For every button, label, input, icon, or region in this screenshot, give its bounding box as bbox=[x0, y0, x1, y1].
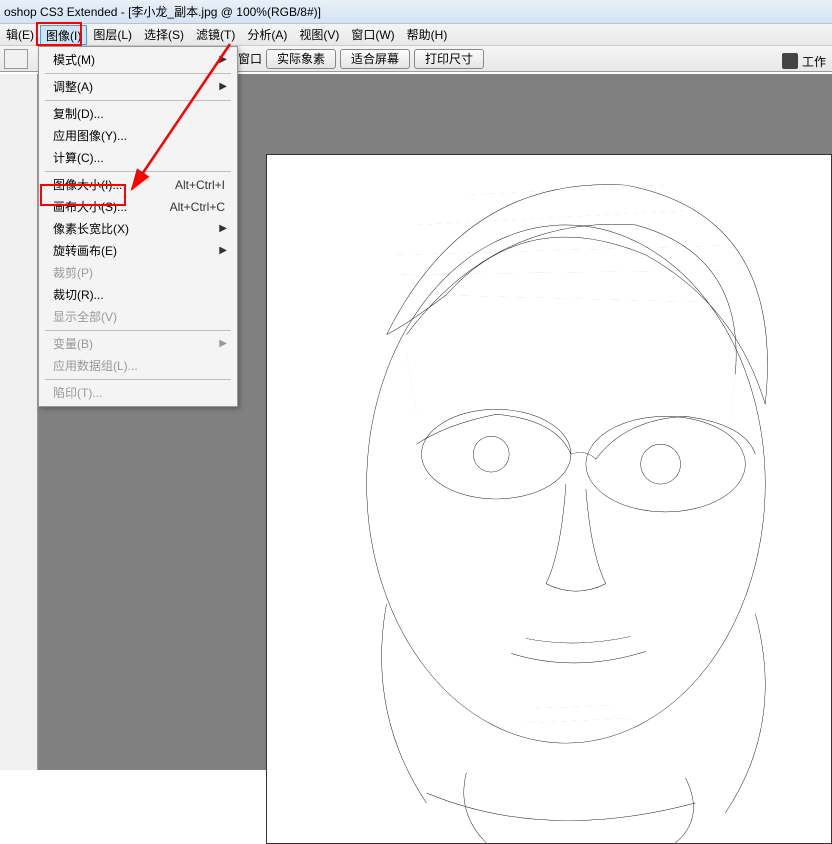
shortcut-text: Alt+Ctrl+I bbox=[175, 174, 225, 196]
menu-pixel-aspect[interactable]: 像素长宽比(X)▶ bbox=[41, 218, 235, 240]
menu-canvas-size[interactable]: 画布大小(S)...Alt+Ctrl+C bbox=[41, 196, 235, 218]
menu-image[interactable]: 图像(I) bbox=[40, 25, 87, 45]
actual-pixels-button[interactable]: 实际象素 bbox=[266, 49, 336, 69]
menu-window[interactable]: 窗口(W) bbox=[345, 24, 400, 46]
menu-adjustments[interactable]: 调整(A)▶ bbox=[41, 76, 235, 98]
shortcut-text: Alt+Ctrl+C bbox=[170, 196, 225, 218]
menu-edit[interactable]: 辑(E) bbox=[0, 24, 40, 46]
menu-data-sets: 应用数据组(L)... bbox=[41, 355, 235, 377]
menu-separator bbox=[45, 100, 231, 101]
menu-view[interactable]: 视图(V) bbox=[293, 24, 345, 46]
menu-bar: 辑(E) 图像(I) 图层(L) 选择(S) 滤镜(T) 分析(A) 视图(V)… bbox=[0, 24, 832, 46]
workspace-label: 工作 bbox=[802, 53, 826, 70]
menu-image-size[interactable]: 图像大小(I)...Alt+Ctrl+I bbox=[41, 174, 235, 196]
menu-separator bbox=[45, 330, 231, 331]
menu-crop: 裁剪(P) bbox=[41, 262, 235, 284]
tool-icon-button[interactable] bbox=[4, 49, 28, 69]
window-title: oshop CS3 Extended - [李小龙_副本.jpg @ 100%(… bbox=[4, 5, 321, 19]
menu-help[interactable]: 帮助(H) bbox=[401, 24, 454, 46]
menu-calculations[interactable]: 计算(C)... bbox=[41, 147, 235, 169]
submenu-arrow-icon: ▶ bbox=[219, 76, 227, 98]
menu-analysis[interactable]: 分析(A) bbox=[241, 24, 293, 46]
submenu-arrow-icon: ▶ bbox=[219, 240, 227, 262]
menu-select[interactable]: 选择(S) bbox=[138, 24, 190, 46]
left-tool-strip bbox=[0, 74, 38, 770]
menu-variables: 变量(B)▶ bbox=[41, 333, 235, 355]
fit-screen-button[interactable]: 适合屏幕 bbox=[340, 49, 410, 69]
title-bar: oshop CS3 Extended - [李小龙_副本.jpg @ 100%(… bbox=[0, 0, 832, 24]
menu-separator bbox=[45, 73, 231, 74]
bridge-icon[interactable] bbox=[782, 53, 798, 69]
menu-mode[interactable]: 模式(M)▶ bbox=[41, 49, 235, 71]
menu-rotate-canvas[interactable]: 旋转画布(E)▶ bbox=[41, 240, 235, 262]
menu-reveal-all: 显示全部(V) bbox=[41, 306, 235, 328]
document-canvas[interactable] bbox=[266, 154, 832, 844]
image-menu-dropdown: 模式(M)▶ 调整(A)▶ 复制(D)... 应用图像(Y)... 计算(C).… bbox=[38, 46, 238, 407]
menu-trim[interactable]: 裁切(R)... bbox=[41, 284, 235, 306]
menu-separator bbox=[45, 171, 231, 172]
sketch-image bbox=[267, 155, 831, 843]
menu-layer[interactable]: 图层(L) bbox=[87, 24, 138, 46]
menu-trap: 陷印(T)... bbox=[41, 382, 235, 404]
toolbar-label-window: 窗口 bbox=[238, 50, 262, 67]
menu-separator bbox=[45, 379, 231, 380]
submenu-arrow-icon: ▶ bbox=[219, 218, 227, 240]
print-size-button[interactable]: 打印尺寸 bbox=[414, 49, 484, 69]
submenu-arrow-icon: ▶ bbox=[219, 333, 227, 355]
menu-duplicate[interactable]: 复制(D)... bbox=[41, 103, 235, 125]
menu-filter[interactable]: 滤镜(T) bbox=[190, 24, 241, 46]
right-toolbar: 工作 bbox=[782, 48, 832, 74]
submenu-arrow-icon: ▶ bbox=[219, 49, 227, 71]
menu-apply-image[interactable]: 应用图像(Y)... bbox=[41, 125, 235, 147]
